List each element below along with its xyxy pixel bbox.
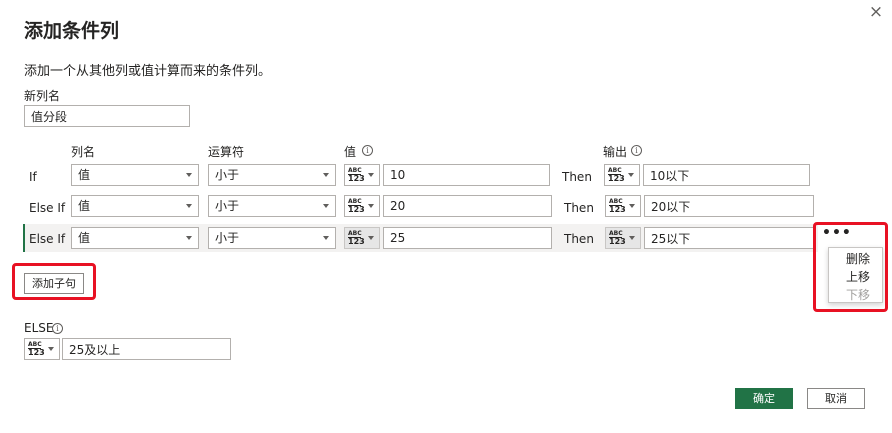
type-abc-icon: ABC: [28, 341, 42, 348]
chevron-down-icon: [48, 347, 54, 351]
chevron-down-icon: [629, 236, 635, 240]
ok-button[interactable]: 确定: [735, 388, 793, 409]
chevron-down-icon: [368, 204, 374, 208]
type-abc-icon: ABC: [609, 230, 623, 237]
selected-row-indicator: [23, 224, 25, 252]
column-select[interactable]: 值: [71, 164, 199, 186]
chevron-down-icon: [628, 173, 634, 177]
then-label: Then: [562, 170, 592, 184]
highlight-box-add-clause: [12, 263, 96, 300]
output-input[interactable]: [644, 227, 814, 249]
new-column-label: 新列名: [24, 89, 61, 103]
type-abc-icon: ABC: [348, 230, 362, 237]
type-abc-icon: ABC: [608, 167, 622, 174]
highlight-box-menu: [813, 222, 888, 312]
close-icon[interactable]: ×: [866, 2, 886, 22]
else-info-icon[interactable]: i: [52, 323, 63, 334]
header-column-name: 列名: [71, 145, 96, 159]
chevron-down-icon: [368, 173, 374, 177]
chevron-down-icon: [629, 204, 635, 208]
cancel-button[interactable]: 取消: [807, 388, 865, 409]
type-123-icon: 123: [28, 348, 45, 357]
column-select-value: 值: [78, 199, 91, 213]
output-input[interactable]: [644, 195, 814, 217]
then-label: Then: [564, 201, 594, 215]
header-operator: 运算符: [208, 145, 245, 159]
row-keyword: If: [29, 170, 37, 184]
row-keyword: Else If: [29, 232, 66, 246]
dialog-description: 添加一个从其他列或值计算而来的条件列。: [24, 64, 272, 79]
type-123-icon: 123: [348, 205, 365, 214]
operator-select-value: 小于: [215, 199, 240, 213]
value-input[interactable]: [383, 164, 550, 186]
type-123-icon: 123: [609, 237, 626, 246]
column-select-value: 值: [78, 168, 91, 182]
column-select[interactable]: 值: [71, 227, 199, 249]
value-info-icon[interactable]: i: [362, 145, 373, 156]
chevron-down-icon: [323, 204, 329, 208]
type-abc-icon: ABC: [348, 167, 362, 174]
output-type-button[interactable]: ABC 123: [605, 195, 641, 217]
column-select[interactable]: 值: [71, 195, 199, 217]
chevron-down-icon: [368, 236, 374, 240]
header-value: 值: [344, 145, 357, 159]
operator-select[interactable]: 小于: [208, 195, 336, 217]
operator-select-value: 小于: [215, 168, 240, 182]
then-label: Then: [564, 232, 594, 246]
column-select-value: 值: [78, 231, 91, 245]
operator-select[interactable]: 小于: [208, 164, 336, 186]
chevron-down-icon: [323, 236, 329, 240]
type-123-icon: 123: [348, 237, 365, 246]
output-info-icon[interactable]: i: [631, 145, 642, 156]
type-123-icon: 123: [348, 174, 365, 183]
chevron-down-icon: [186, 236, 192, 240]
value-input[interactable]: [383, 195, 552, 217]
chevron-down-icon: [186, 204, 192, 208]
value-type-button[interactable]: ABC 123: [344, 227, 380, 249]
output-type-button[interactable]: ABC 123: [605, 227, 641, 249]
value-type-button[interactable]: ABC 123: [344, 195, 380, 217]
type-123-icon: 123: [608, 174, 625, 183]
type-abc-icon: ABC: [609, 198, 623, 205]
output-input[interactable]: [643, 164, 810, 186]
else-output-input[interactable]: [62, 338, 231, 360]
value-input[interactable]: [383, 227, 552, 249]
value-type-button[interactable]: ABC 123: [344, 164, 380, 186]
row-keyword: Else If: [29, 201, 66, 215]
else-label: ELSE: [24, 321, 54, 335]
else-type-button[interactable]: ABC 123: [24, 338, 60, 360]
output-type-button[interactable]: ABC 123: [604, 164, 640, 186]
dialog-title: 添加条件列: [24, 20, 120, 42]
operator-select-value: 小于: [215, 231, 240, 245]
header-output: 输出: [603, 145, 628, 159]
type-123-icon: 123: [609, 205, 626, 214]
chevron-down-icon: [323, 173, 329, 177]
chevron-down-icon: [186, 173, 192, 177]
new-column-name-input[interactable]: [24, 105, 190, 127]
type-abc-icon: ABC: [348, 198, 362, 205]
operator-select[interactable]: 小于: [208, 227, 336, 249]
